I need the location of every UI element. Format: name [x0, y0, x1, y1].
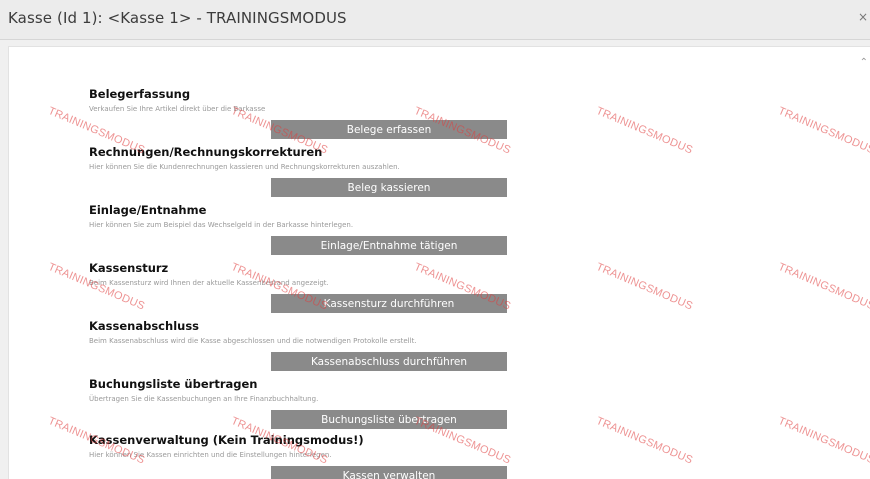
training-watermark: TRAININGSMODUS: [594, 105, 695, 157]
training-watermark: TRAININGSMODUS: [776, 261, 870, 313]
buchungsliste-button[interactable]: Buchungsliste übertragen: [271, 410, 507, 429]
training-watermark: TRAININGSMODUS: [776, 105, 870, 157]
window-titlebar: Kasse (Id 1): <Kasse 1> - TRAININGSMODUS…: [0, 0, 870, 40]
section-buchungsliste: Buchungsliste übertragen Übertragen Sie …: [89, 377, 529, 429]
section-kassenverwaltung: Kassenverwaltung (Kein Trainingsmodus!) …: [89, 433, 529, 479]
kasse-panel: ⌃ Belegerfassung Verkaufen Sie Ihre Arti…: [8, 46, 870, 479]
kassen-verwalten-button[interactable]: Kassen verwalten: [271, 466, 507, 479]
section-rechnungen: Rechnungen/Rechnungskorrekturen Hier kön…: [89, 145, 529, 197]
section-heading: Kassenverwaltung (Kein Trainingsmodus!): [89, 433, 364, 447]
training-watermark: TRAININGSMODUS: [776, 415, 870, 467]
section-heading: Kassensturz: [89, 261, 169, 275]
section-description: Hier können Sie Kassen einrichten und di…: [89, 451, 332, 459]
section-description: Beim Kassensturz wird Ihnen der aktuelle…: [89, 279, 329, 287]
section-belegerfassung: Belegerfassung Verkaufen Sie Ihre Artike…: [89, 87, 529, 139]
section-heading: Belegerfassung: [89, 87, 191, 101]
training-watermark: TRAININGSMODUS: [594, 415, 695, 467]
section-description: Hier können Sie die Kundenrechnungen kas…: [89, 163, 400, 171]
section-description: Verkaufen Sie Ihre Artikel direkt über d…: [89, 105, 266, 113]
belege-erfassen-button[interactable]: Belege erfassen: [271, 120, 507, 139]
section-heading: Rechnungen/Rechnungskorrekturen: [89, 145, 323, 159]
section-einlage-entnahme: Einlage/Entnahme Hier können Sie zum Bei…: [89, 203, 529, 255]
training-watermark: TRAININGSMODUS: [594, 261, 695, 313]
section-kassenabschluss: Kassenabschluss Beim Kassenabschluss wir…: [89, 319, 529, 371]
window-title: Kasse (Id 1): <Kasse 1> - TRAININGSMODUS: [8, 9, 347, 27]
section-description: Beim Kassenabschluss wird die Kasse abge…: [89, 337, 417, 345]
scroll-up-icon[interactable]: ⌃: [860, 57, 868, 68]
section-heading: Buchungsliste übertragen: [89, 377, 258, 391]
beleg-kassieren-button[interactable]: Beleg kassieren: [271, 178, 507, 197]
kassensturz-button[interactable]: Kassensturz durchführen: [271, 294, 507, 313]
section-description: Übertragen Sie die Kassenbuchungen an Ih…: [89, 395, 319, 403]
section-heading: Kassenabschluss: [89, 319, 200, 333]
close-icon[interactable]: ×: [858, 10, 868, 24]
section-kassensturz: Kassensturz Beim Kassensturz wird Ihnen …: [89, 261, 529, 313]
section-heading: Einlage/Entnahme: [89, 203, 207, 217]
section-description: Hier können Sie zum Beispiel das Wechsel…: [89, 221, 354, 229]
einlage-entnahme-button[interactable]: Einlage/Entnahme tätigen: [271, 236, 507, 255]
kassenabschluss-button[interactable]: Kassenabschluss durchführen: [271, 352, 507, 371]
